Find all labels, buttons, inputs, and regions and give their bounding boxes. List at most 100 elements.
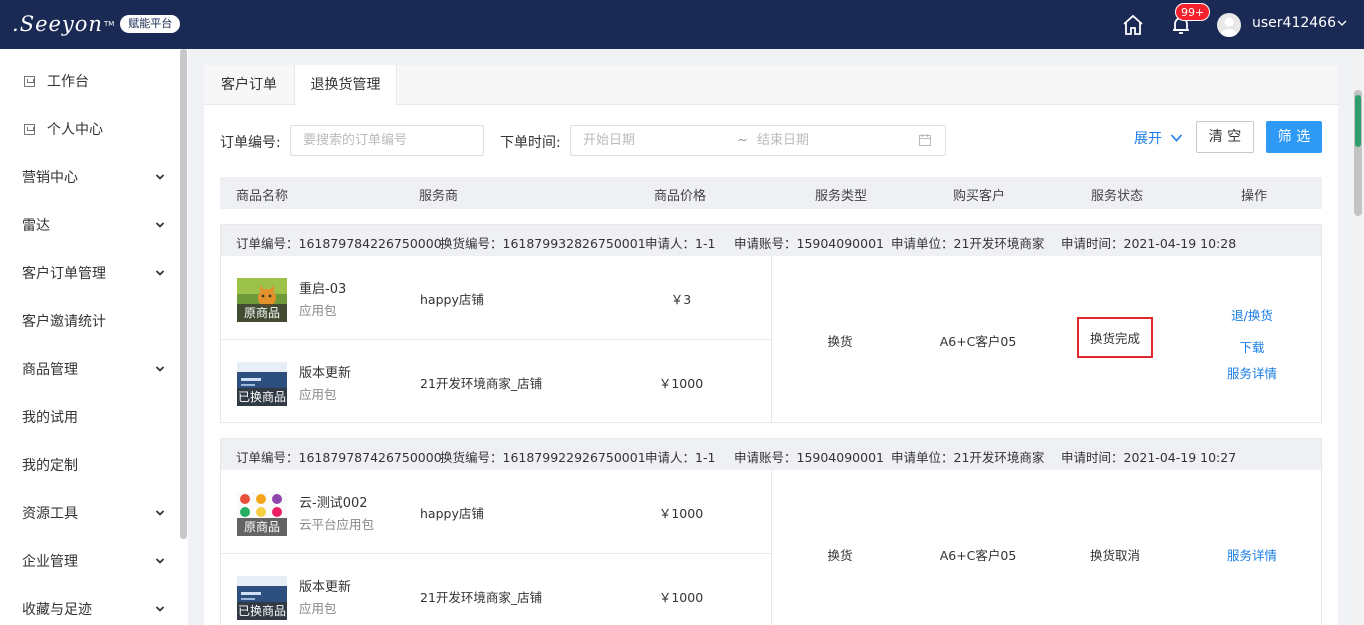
product-type: 云平台应用包 [299, 517, 375, 532]
column-header: 服务状态 [1091, 189, 1144, 204]
avatar[interactable] [1217, 13, 1241, 37]
product-price: ￥1000 [658, 590, 704, 605]
product-type: 应用包 [299, 387, 337, 402]
table-row: 已换商品 版本更新 应用包 21开发环境商家_店铺 ￥1000 [221, 553, 772, 625]
sidebar-item-personal[interactable]: 个人中心 [0, 105, 180, 153]
status-badge: 换货完成 [1077, 317, 1154, 358]
sidebar-item-my-custom[interactable]: 我的定制 [0, 441, 180, 489]
applicant: 申请人：1-1 [645, 450, 716, 465]
sidebar-item-customer-orders[interactable]: 客户订单管理 [0, 249, 180, 297]
expand-toggle[interactable]: 展开 [1134, 128, 1183, 148]
product-name[interactable]: 重启-03 [299, 278, 346, 297]
sidebar-item-resources[interactable]: 资源工具 [0, 489, 180, 537]
product-tag: 已换商品 [237, 602, 287, 620]
service-type: 换货 [827, 334, 853, 349]
sidebar-item-enterprise[interactable]: 企业管理 [0, 537, 180, 585]
product-price: ￥1000 [658, 506, 704, 521]
order-no-label: 订单编号: [220, 135, 281, 151]
sidebar-item-workbench[interactable]: 工作台 [0, 57, 180, 105]
main-panel: 客户订单 退换货管理 订单编号: 要搜索的订单编号 下单时间: 开始日期 ~ 结… [204, 65, 1338, 625]
applicant-account: 申请账号：15904090001 [734, 450, 884, 465]
service-details-link[interactable]: 服务详情 [1212, 363, 1292, 382]
logo-tm: TM [103, 20, 115, 28]
product-thumbnail[interactable]: 已换商品 [237, 576, 287, 620]
sidebar-item-marketing[interactable]: 营销中心 [0, 153, 180, 201]
table-header: 商品名称 服务商 商品价格 服务类型 购买客户 服务状态 操作 [220, 177, 1322, 209]
end-date-placeholder[interactable]: 结束日期 [757, 126, 809, 155]
order-time-label: 下单时间: [500, 135, 561, 151]
home-icon[interactable] [1121, 13, 1145, 37]
chevron-down-icon [155, 606, 165, 612]
product-type: 应用包 [299, 601, 337, 616]
customer-name: A6+C客户05 [939, 548, 1017, 563]
return-exchange-link[interactable]: 退/换货 [1212, 305, 1292, 324]
service-details-link[interactable]: 服务详情 [1212, 545, 1292, 564]
chevron-down-icon [155, 366, 165, 372]
column-header: 商品名称 [236, 189, 289, 204]
order-no-input[interactable]: 要搜索的订单编号 [290, 125, 484, 156]
applicant-unit: 申请单位：21开发环境商家 [891, 236, 1045, 251]
tab-returns-exchanges[interactable]: 退换货管理 [294, 65, 397, 106]
chevron-down-icon [155, 558, 165, 564]
column-header: 服务类型 [815, 189, 868, 204]
filter-button[interactable]: 筛 选 [1266, 121, 1322, 153]
product-name[interactable]: 版本更新 [299, 362, 351, 381]
order-header: 订单编号：161879784226750000 换货编号：16187993282… [221, 225, 1321, 256]
chevron-down-icon [155, 510, 165, 516]
product-thumbnail[interactable]: 原商品 [237, 278, 287, 322]
column-header: 服务商 [419, 189, 459, 204]
sidebar-scrollbar[interactable] [180, 49, 187, 539]
chevron-down-icon [155, 174, 165, 180]
start-date-placeholder[interactable]: 开始日期 [583, 133, 635, 148]
sidebar-item-favorites[interactable]: 收藏与足迹 [0, 585, 180, 625]
clear-button[interactable]: 清 空 [1196, 121, 1254, 153]
product-tag: 原商品 [237, 518, 287, 536]
page-icon [24, 75, 35, 87]
customer-name: A6+C客户05 [939, 334, 1017, 349]
product-thumbnail[interactable]: 已换商品 [237, 362, 287, 406]
chevron-down-icon[interactable] [1336, 17, 1348, 29]
applicant: 申请人：1-1 [645, 236, 716, 251]
order-number: 订单编号：161879787426750000 [236, 450, 442, 465]
username[interactable]: user412466 [1252, 15, 1336, 31]
platform-badge: 赋能平台 [120, 15, 181, 33]
sidebar-item-invite-stats[interactable]: 客户邀请统计 [0, 297, 180, 345]
chevron-down-icon [1170, 134, 1183, 142]
divider [771, 470, 772, 625]
sidebar-item-products[interactable]: 商品管理 [0, 345, 180, 393]
product-tag: 已换商品 [237, 388, 287, 406]
calendar-icon[interactable] [918, 133, 932, 147]
table-row: 原商品 重启-03 应用包 happy店铺 ￥3 [221, 256, 772, 339]
product-name[interactable]: 版本更新 [299, 576, 351, 595]
order-card: 订单编号：161879787426750000 换货编号：16187992292… [220, 438, 1322, 625]
scroll-indicator [1355, 95, 1361, 147]
exchange-number: 换货编号：161879932826750001 [440, 236, 646, 251]
order-header: 订单编号：161879787426750000 换货编号：16187992292… [221, 439, 1321, 470]
vendor-name: happy店铺 [420, 292, 484, 307]
status-text: 换货取消 [1089, 548, 1140, 563]
order-body: 原商品 云-测试002 云平台应用包 happy店铺 ￥1000 已换商品 版本… [221, 470, 1321, 625]
logo-text: .Seeyon [12, 12, 103, 36]
product-thumbnail[interactable]: 原商品 [237, 492, 287, 536]
tab-customer-orders[interactable]: 客户订单 [204, 65, 294, 105]
sidebar-item-my-trial[interactable]: 我的试用 [0, 393, 180, 441]
vendor-name: 21开发环境商家_店铺 [420, 376, 543, 391]
logo[interactable]: .Seeyon TM 赋能平台 [12, 10, 181, 38]
sidebar-item-radar[interactable]: 雷达 [0, 201, 180, 249]
date-range-input[interactable]: 开始日期 ~ 结束日期 [570, 125, 946, 156]
exchange-number: 换货编号：161879922926750001 [440, 450, 646, 465]
apply-time: 申请时间：2021-04-19 10:28 [1061, 236, 1237, 251]
product-tag: 原商品 [237, 304, 287, 322]
download-link[interactable]: 下载 [1212, 337, 1292, 356]
chevron-down-icon [155, 270, 165, 276]
product-name[interactable]: 云-测试002 [299, 492, 368, 511]
applicant-account: 申请账号：15904090001 [734, 236, 884, 251]
page-icon [24, 123, 35, 135]
table-row: 已换商品 版本更新 应用包 21开发环境商家_店铺 ￥1000 [221, 339, 772, 422]
vendor-name: happy店铺 [420, 506, 484, 521]
user-icon [1220, 17, 1238, 37]
column-header: 购买客户 [953, 189, 1006, 204]
sidebar: 工作台 个人中心 营销中心 雷达 客户订单管理 客户邀请统计 商品管理 我的试用… [0, 49, 188, 625]
range-separator: ~ [737, 133, 748, 148]
order-body: 原商品 重启-03 应用包 happy店铺 ￥3 已换商品 版本更新 应用包 2… [221, 256, 1321, 422]
